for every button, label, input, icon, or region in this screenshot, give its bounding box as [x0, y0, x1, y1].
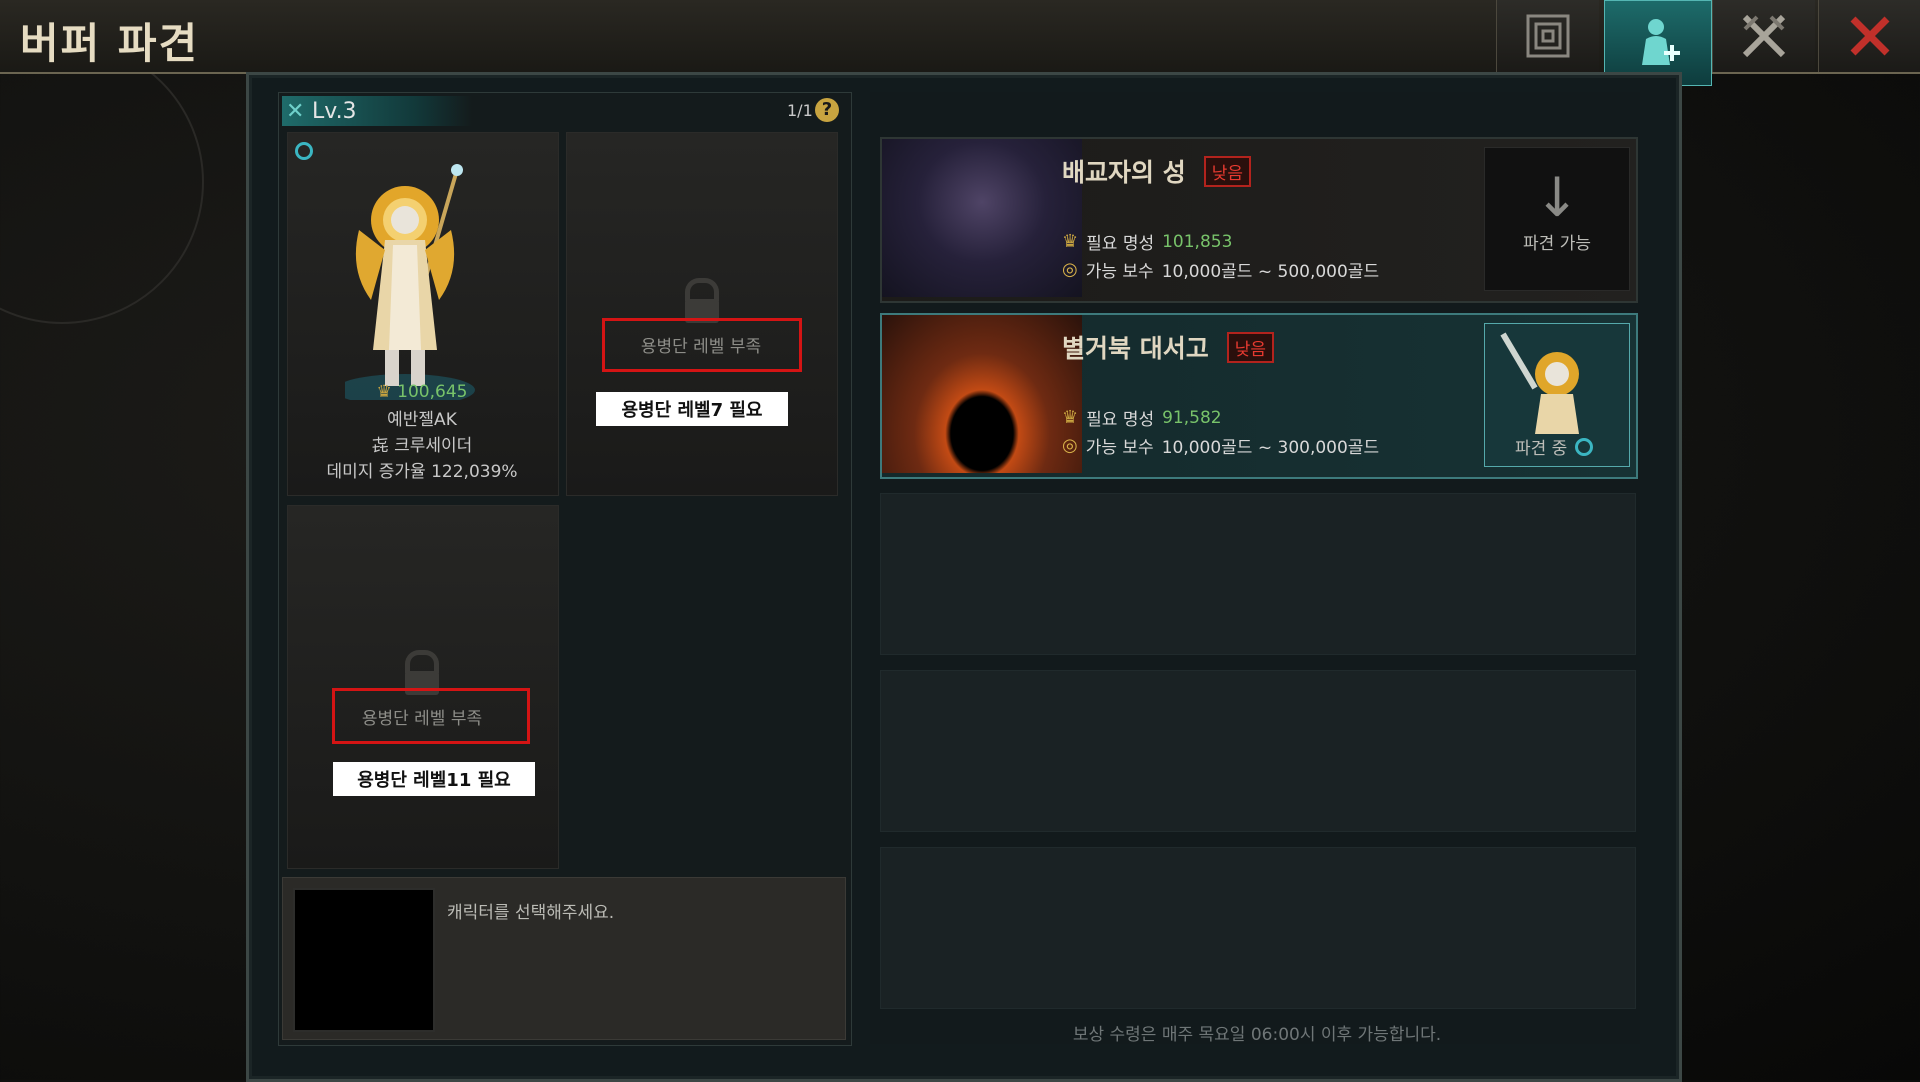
dungeon-name: 배교자의 성: [1062, 158, 1186, 187]
reward-notice: 보상 수령은 매주 목요일 06:00시 이후 가능합니다.: [1072, 1025, 1442, 1045]
dispatch-button[interactable]: ↓ 파견 가능: [1484, 147, 1630, 291]
dungeon-card[interactable]: 배교자의 성 낮음 ♛ 필요 명성 101,853 ◎ 가능 보수 10,000…: [880, 137, 1638, 303]
dungeon-card[interactable]: 별거북 대서고 낮음 ♛ 필요 명성 91,582 ◎ 가능 보수 10,000…: [880, 313, 1638, 479]
slot-indicator-icon: [295, 142, 313, 160]
level-requirement-note: 용병단 레벨7 필요: [596, 392, 788, 426]
help-icon[interactable]: ?: [815, 98, 839, 122]
maze-map-icon: [1526, 14, 1570, 58]
fame-crown-icon: ♛: [1062, 231, 1079, 252]
dungeon-image: [882, 315, 1082, 473]
gold-coin-icon: ◎: [1062, 259, 1078, 280]
loading-ring-icon: [1575, 437, 1594, 456]
empty-dungeon-slot: [880, 670, 1636, 832]
level-requirement-note: 용병단 레벨11 필요: [333, 762, 535, 796]
difficulty-badge: 낮음: [1226, 331, 1274, 363]
required-fame-row: ♛ 필요 명성 91,582: [1062, 407, 1222, 430]
fame-crown-icon: ♛: [376, 382, 392, 402]
character-portrait: [293, 888, 435, 1032]
level-bar: [282, 96, 472, 126]
arrow-down-icon: ↓: [1534, 166, 1580, 229]
close-icon: [1850, 16, 1890, 56]
dungeon-name: 별거북 대서고: [1062, 334, 1209, 363]
class-icon: 㐂: [371, 436, 389, 456]
battle-button[interactable]: [1712, 0, 1815, 72]
map-button[interactable]: [1496, 0, 1599, 72]
character-name: 예반젤AK: [387, 410, 457, 430]
buffer-dispatch-icon: [1642, 19, 1680, 65]
party-level: Lv.3: [312, 99, 357, 124]
background-compass: [0, 40, 204, 324]
character-damage: 데미지 증가율 122,039%: [326, 462, 518, 482]
dispatched-character-button[interactable]: 파견 중: [1484, 323, 1630, 467]
select-character-hint: 캐릭터를 선택해주세요.: [447, 903, 615, 923]
character-sprite: [345, 164, 475, 400]
lock-icon: [405, 650, 439, 695]
character-class: 㐂 크루세이더: [371, 436, 473, 456]
reward-row: ◎ 가능 보수 10,000골드 ~ 500,000골드: [1062, 259, 1380, 282]
character-fame: ♛ 100,645: [376, 382, 468, 402]
close-button[interactable]: [1818, 0, 1920, 72]
page-title: 버퍼 파견: [20, 19, 200, 68]
fame-crown-icon: ♛: [1062, 407, 1079, 428]
difficulty-badge: 낮음: [1203, 155, 1251, 187]
required-fame-row: ♛ 필요 명성 101,853: [1062, 231, 1233, 254]
locked-label: 용병단 레벨 부족: [640, 337, 762, 357]
locked-label: 용병단 레벨 부족: [361, 709, 483, 729]
x-emblem-icon: ✕: [286, 99, 305, 124]
page-counter: 1/1: [787, 101, 813, 120]
empty-dungeon-slot: [880, 493, 1636, 655]
dungeon-image: [882, 139, 1082, 297]
lock-icon: [685, 278, 719, 323]
reward-row: ◎ 가능 보수 10,000골드 ~ 300,000골드: [1062, 435, 1380, 458]
crossed-swords-icon: [1742, 14, 1786, 58]
empty-dungeon-slot: [880, 847, 1636, 1009]
dispatched-character-sprite: [1500, 332, 1579, 434]
gold-coin-icon: ◎: [1062, 435, 1078, 456]
